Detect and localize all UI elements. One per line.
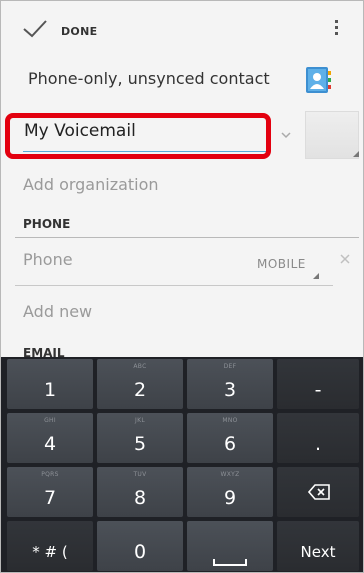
key-period-label: . bbox=[314, 433, 322, 455]
key-2[interactable]: ABC 2 bbox=[97, 359, 183, 409]
next-key-label: Next bbox=[300, 543, 336, 561]
key-4[interactable]: GHI 4 bbox=[7, 413, 93, 463]
key-2-sub: ABC bbox=[133, 363, 147, 370]
backspace-icon bbox=[307, 484, 330, 504]
key-3[interactable]: DEF 3 bbox=[187, 359, 273, 409]
key-period[interactable]: . bbox=[277, 413, 359, 463]
photo-corner-indicator bbox=[353, 151, 359, 157]
highlight-box bbox=[5, 113, 271, 159]
spacebar-key[interactable] bbox=[187, 521, 273, 571]
account-label: Phone-only, unsynced contact bbox=[28, 69, 270, 88]
phone-type-selector[interactable]: MOBILE bbox=[257, 257, 306, 271]
key-4-label: 4 bbox=[43, 433, 57, 455]
phone-section-header: PHONE bbox=[23, 217, 71, 231]
checkmark-icon[interactable] bbox=[21, 19, 49, 43]
key-0[interactable]: 0 bbox=[97, 521, 183, 571]
key-7-sub: PQRS bbox=[41, 471, 59, 478]
done-button[interactable]: DONE bbox=[61, 25, 97, 38]
key-2-label: 2 bbox=[133, 379, 147, 401]
phone-input[interactable]: Phone bbox=[23, 250, 73, 269]
key-1-label: 1 bbox=[43, 379, 57, 401]
key-6-sub: MNO bbox=[222, 417, 238, 424]
key-hyphen-label: - bbox=[314, 379, 322, 401]
symbols-key[interactable]: * # ( bbox=[7, 521, 93, 571]
key-5[interactable]: JKL 5 bbox=[97, 413, 183, 463]
key-5-sub: JKL bbox=[135, 417, 145, 424]
numeric-keyboard: 1 ABC 2 DEF 3 - GHI 4 JKL 5 MNO 6 . PQRS… bbox=[1, 357, 363, 572]
contact-photo-placeholder[interactable] bbox=[305, 111, 359, 159]
chevron-down-icon[interactable] bbox=[281, 129, 291, 142]
phone-input-underline bbox=[15, 285, 333, 286]
account-row: Phone-only, unsynced contact bbox=[1, 57, 363, 101]
key-3-label: 3 bbox=[223, 379, 237, 401]
key-5-label: 5 bbox=[133, 433, 147, 455]
key-1[interactable]: 1 bbox=[7, 359, 93, 409]
key-7-label: 7 bbox=[43, 487, 57, 509]
key-4-sub: GHI bbox=[44, 417, 56, 424]
close-icon[interactable] bbox=[339, 253, 351, 269]
backspace-key[interactable] bbox=[277, 467, 359, 517]
key-8[interactable]: TUV 8 bbox=[97, 467, 183, 517]
phone-section-divider bbox=[15, 237, 359, 238]
key-9-sub: WXYZ bbox=[220, 471, 240, 478]
key-8-label: 8 bbox=[133, 487, 147, 509]
symbols-key-label: * # ( bbox=[32, 543, 68, 561]
contact-editor-screen: DONE Phone-only, unsynced contact My Voi… bbox=[0, 0, 364, 573]
key-8-sub: TUV bbox=[133, 471, 147, 478]
key-6-label: 6 bbox=[223, 433, 237, 455]
key-7[interactable]: PQRS 7 bbox=[7, 467, 93, 517]
key-9-label: 9 bbox=[223, 487, 237, 509]
phone-type-corner-indicator bbox=[313, 273, 319, 279]
next-key[interactable]: Next bbox=[277, 521, 359, 571]
key-6[interactable]: MNO 6 bbox=[187, 413, 273, 463]
add-new-phone-link[interactable]: Add new bbox=[23, 302, 92, 321]
action-bar: DONE bbox=[1, 1, 363, 57]
key-9[interactable]: WXYZ 9 bbox=[187, 467, 273, 517]
overflow-menu-icon[interactable] bbox=[333, 20, 339, 40]
contact-card-icon bbox=[303, 65, 333, 99]
spacebar-icon bbox=[213, 559, 247, 566]
key-hyphen[interactable]: - bbox=[277, 359, 359, 409]
key-0-label: 0 bbox=[133, 541, 147, 563]
key-3-sub: DEF bbox=[223, 363, 237, 370]
add-organization-link[interactable]: Add organization bbox=[23, 175, 159, 194]
